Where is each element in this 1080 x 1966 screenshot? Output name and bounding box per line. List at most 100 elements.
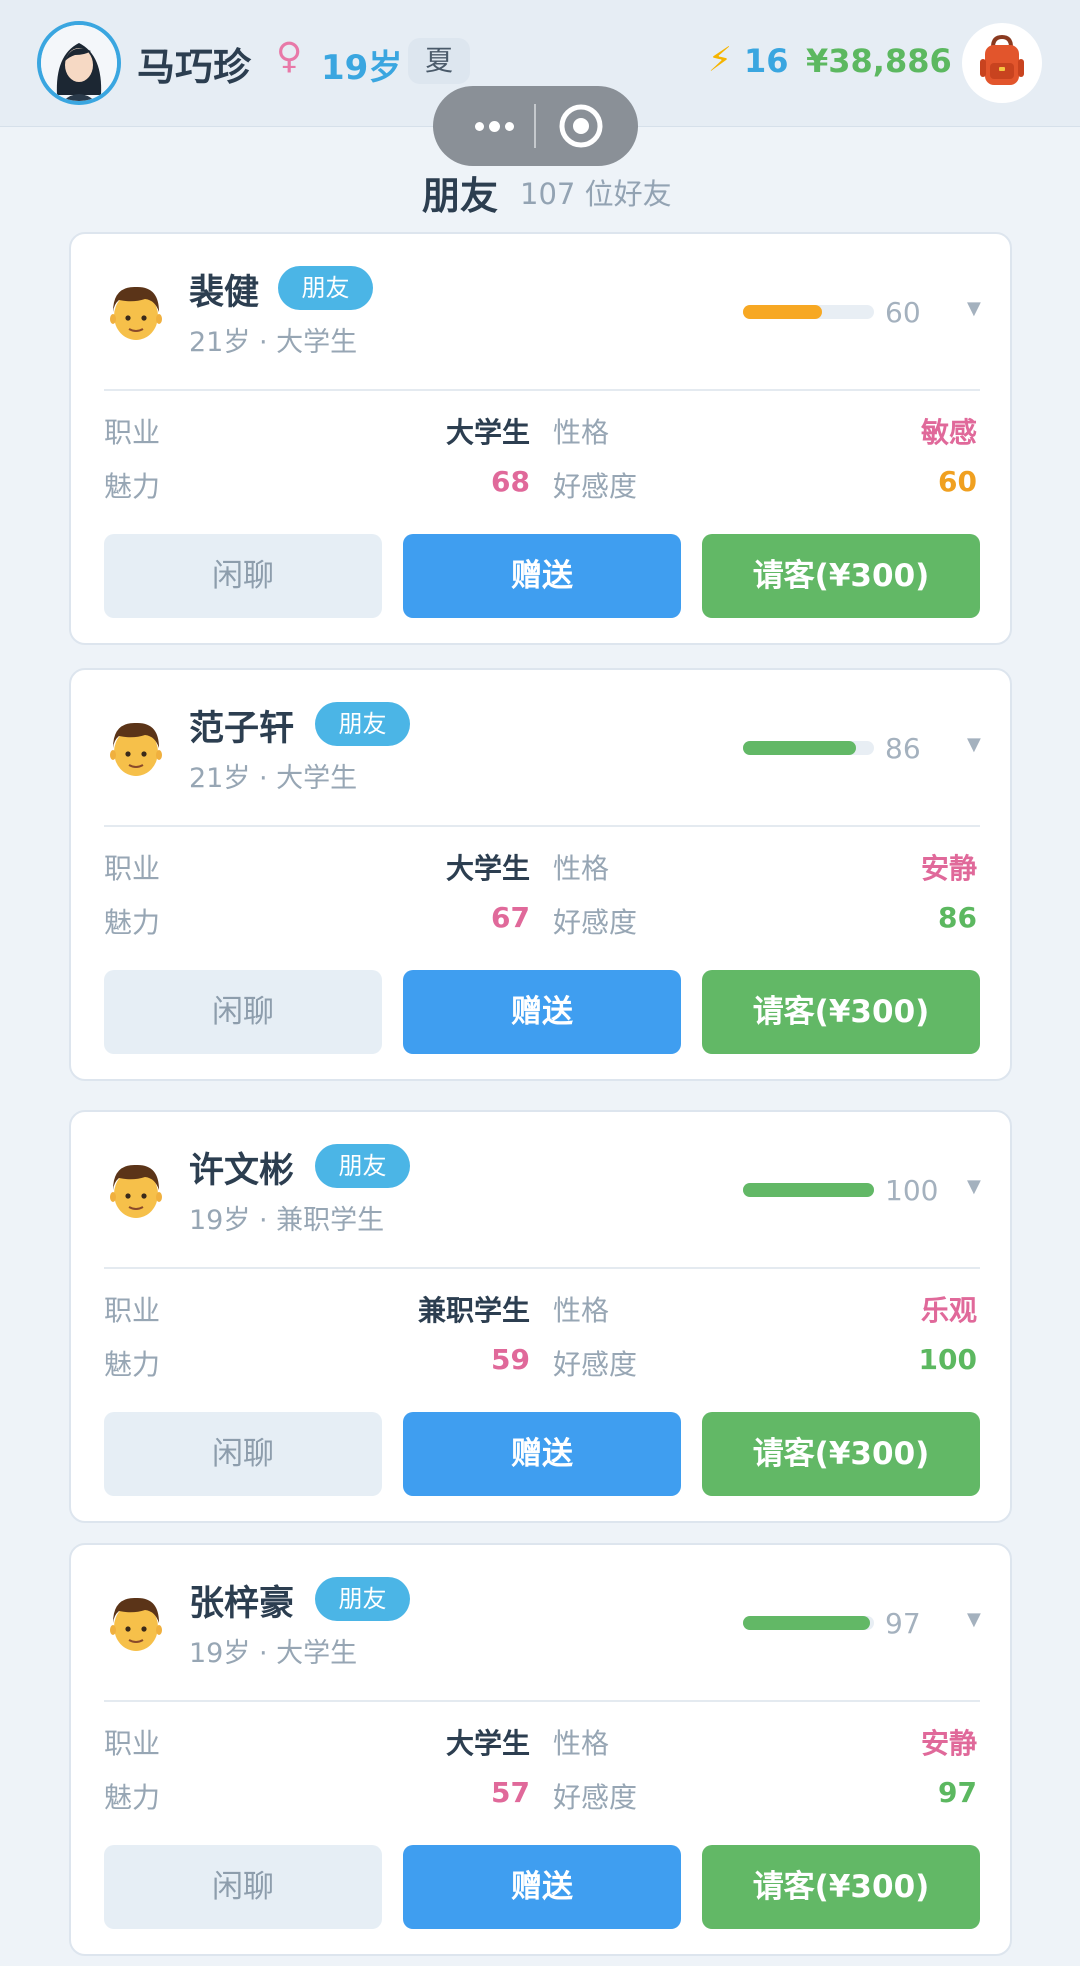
charm-value: 68: [491, 465, 530, 498]
more-icon[interactable]: [453, 86, 533, 166]
affection-bar: [743, 305, 874, 319]
friend-name: 裴健: [189, 273, 260, 313]
affection-bar-fill: [743, 1183, 874, 1197]
chat-button[interactable]: 闲聊: [104, 534, 382, 618]
expand-arrow-icon[interactable]: ▼: [967, 734, 981, 755]
personality-value: 乐观: [920, 1294, 977, 1327]
player-avatar[interactable]: [37, 21, 121, 105]
friend-subtitle: 21岁 · 大学生: [189, 327, 358, 358]
friend-card: 裴健 朋友 21岁 · 大学生 60 ▼ 职业 大学生 性格 敏感 魅力 68 …: [69, 232, 1012, 645]
occupation-value: 兼职学生: [417, 1294, 530, 1327]
relationship-tag: 朋友: [315, 1144, 410, 1188]
season-badge: 夏: [408, 38, 470, 84]
treat-button[interactable]: 请客(¥300): [702, 1845, 980, 1929]
affection-value: 100: [918, 1343, 977, 1376]
charm-label: 魅力: [104, 470, 161, 503]
expand-arrow-icon[interactable]: ▼: [967, 1609, 981, 1630]
occupation-label: 职业: [104, 852, 161, 885]
chat-button[interactable]: 闲聊: [104, 970, 382, 1054]
page-title: 朋友: [422, 174, 499, 218]
backpack-button[interactable]: [962, 23, 1042, 103]
chat-button[interactable]: 闲聊: [104, 1412, 382, 1496]
personality-label: 性格: [553, 852, 610, 885]
expand-arrow-icon[interactable]: ▼: [967, 1176, 981, 1197]
charm-label: 魅力: [104, 1781, 161, 1814]
charm-label: 魅力: [104, 1348, 161, 1381]
affection-value: 86: [938, 901, 977, 934]
player-age: 19岁: [321, 48, 403, 88]
treat-button[interactable]: 请客(¥300): [702, 1412, 980, 1496]
affection-bar-value: 100: [885, 1174, 939, 1207]
friend-count: 107 位好友: [520, 177, 672, 211]
treat-button[interactable]: 请客(¥300): [702, 970, 980, 1054]
treat-button[interactable]: 请客(¥300): [702, 534, 980, 618]
occupation-label: 职业: [104, 1294, 161, 1327]
personality-value: 安静: [920, 1727, 977, 1760]
relationship-tag: 朋友: [315, 702, 410, 746]
affection-bar-fill: [743, 305, 822, 319]
occupation-value: 大学生: [445, 416, 530, 449]
player-name: 马巧珍: [137, 45, 252, 89]
affection-value: 60: [938, 465, 977, 498]
affection-bar: [743, 1183, 874, 1197]
female-icon: ♀: [276, 36, 303, 77]
occupation-value: 大学生: [445, 852, 530, 885]
lightning-icon: ⚡: [708, 40, 732, 80]
chat-button[interactable]: 闲聊: [104, 1845, 382, 1929]
affection-bar-value: 86: [885, 732, 921, 765]
friend-avatar-icon: [101, 278, 171, 348]
charm-value: 57: [491, 1776, 530, 1809]
backpack-icon: [980, 34, 1024, 85]
personality-label: 性格: [553, 1727, 610, 1760]
card-divider: [104, 1267, 980, 1269]
occupation-value: 大学生: [445, 1727, 530, 1760]
personality-value: 敏感: [920, 416, 977, 449]
gift-button[interactable]: 赠送: [403, 970, 681, 1054]
friend-name: 范子轩: [189, 709, 295, 749]
close-miniprogram-icon[interactable]: [545, 86, 625, 166]
friend-card: 张梓豪 朋友 19岁 · 大学生 97 ▼ 职业 大学生 性格 安静 魅力 57…: [69, 1543, 1012, 1956]
friend-subtitle: 19岁 · 大学生: [189, 1638, 358, 1669]
card-divider: [104, 825, 980, 827]
friend-card: 许文彬 朋友 19岁 · 兼职学生 100 ▼ 职业 兼职学生 性格 乐观 魅力…: [69, 1110, 1012, 1523]
friend-avatar-icon: [101, 1156, 171, 1226]
friend-avatar-icon: [101, 714, 171, 784]
charm-label: 魅力: [104, 906, 161, 939]
personality-label: 性格: [553, 1294, 610, 1327]
player-avatar-image: [41, 25, 117, 101]
energy-value: 16: [744, 42, 789, 80]
affection-label: 好感度: [553, 470, 638, 503]
relationship-tag: 朋友: [278, 266, 373, 310]
friend-card: 范子轩 朋友 21岁 · 大学生 86 ▼ 职业 大学生 性格 安静 魅力 67…: [69, 668, 1012, 1081]
friend-avatar-icon: [101, 1589, 171, 1659]
occupation-label: 职业: [104, 1727, 161, 1760]
charm-value: 59: [491, 1343, 530, 1376]
friend-subtitle: 19岁 · 兼职学生: [189, 1205, 385, 1236]
affection-bar-value: 97: [885, 1607, 921, 1640]
relationship-tag: 朋友: [315, 1577, 410, 1621]
gift-button[interactable]: 赠送: [403, 1845, 681, 1929]
occupation-label: 职业: [104, 416, 161, 449]
gift-button[interactable]: 赠送: [403, 1412, 681, 1496]
affection-label: 好感度: [553, 1781, 638, 1814]
money-value: ¥38,886: [806, 42, 952, 80]
affection-label: 好感度: [553, 906, 638, 939]
affection-bar: [743, 741, 874, 755]
charm-value: 67: [491, 901, 530, 934]
card-divider: [104, 1700, 980, 1702]
capsule-divider: [534, 104, 536, 148]
affection-value: 97: [938, 1776, 977, 1809]
expand-arrow-icon[interactable]: ▼: [967, 298, 981, 319]
affection-label: 好感度: [553, 1348, 638, 1381]
personality-value: 安静: [920, 852, 977, 885]
affection-bar-fill: [743, 741, 856, 755]
gift-button[interactable]: 赠送: [403, 534, 681, 618]
affection-bar-fill: [743, 1616, 870, 1630]
card-divider: [104, 389, 980, 391]
friend-name: 张梓豪: [189, 1584, 295, 1624]
personality-label: 性格: [553, 416, 610, 449]
affection-bar: [743, 1616, 874, 1630]
friend-name: 许文彬: [189, 1151, 295, 1191]
friend-subtitle: 21岁 · 大学生: [189, 763, 358, 794]
miniprogram-capsule: [433, 86, 638, 166]
